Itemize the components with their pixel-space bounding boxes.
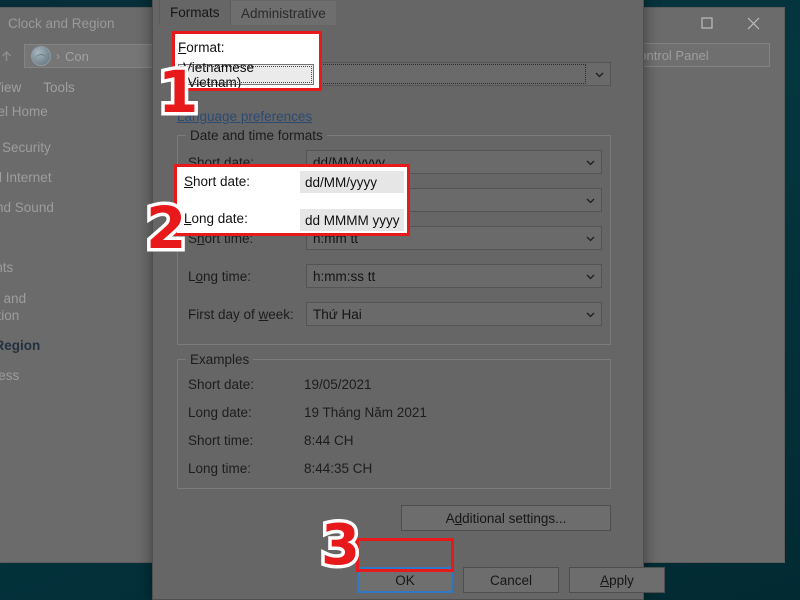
sidebar-item-clock-and-region[interactable]: lock and Region [0,338,166,354]
highlight-short-date-value-box[interactable]: dd/MM/yyyy [300,171,404,193]
breadcrumb: Con [65,48,89,64]
sidebar-item-user-accounts[interactable]: ser Accounts [0,260,166,276]
tab-formats[interactable]: Formats [159,0,231,25]
short-date-label: Short date: [188,154,255,170]
chevron-down-icon [579,157,601,168]
date-and-time-formats-group: Date and time formats Short date: dd/MM/… [177,128,611,345]
highlight-long-date-value: dd MMMM yyyy [305,212,400,228]
close-icon[interactable] [730,8,776,38]
date-and-time-formats-legend: Date and time formats [186,128,327,143]
example-short-date-label: Short date: [188,376,255,392]
window-title: Clock and Region [8,16,115,31]
example-short-date-value: 19/05/2021 [304,376,372,392]
example-long-time-label: Long time: [188,460,252,476]
control-panel-left-nav: ontrol Panel Home ystem and Security etw… [0,104,166,398]
long-date-label: Long date: [188,192,252,208]
chevron-down-icon [579,271,601,282]
menu-tools[interactable]: Tools [32,78,86,97]
dialog-tabstrip: Formats Administrative [153,0,643,25]
chevron-down-icon [579,233,601,244]
example-short-time-value: 8:44 CH [304,432,354,448]
highlight-long-date-value-box[interactable]: dd MMMM yyyy [300,209,404,231]
additional-settings-button[interactable]: Additional settings... [401,505,611,531]
language-preferences-link[interactable]: Language preferences [177,109,312,124]
region-dialog: Formats Administrative Format: Vietnames… [152,0,665,600]
sidebar-item-control-panel-home[interactable]: ontrol Panel Home [0,104,166,120]
sidebar-item-system-and-security[interactable]: ystem and Security [0,140,166,156]
highlight-short-date-value: dd/MM/yyyy [305,174,378,190]
highlight-short-date-label: Short date: [184,174,251,189]
row-first-day-of-week: First day of week: Thứ Hai [188,302,602,326]
cancel-button[interactable]: Cancel [463,567,559,593]
menu-view[interactable]: View [0,78,32,97]
additional-settings-label: Additional settings... [445,510,567,526]
long-time-label: Long time: [188,268,252,284]
first-day-of-week-label: First day of week: [188,306,294,322]
first-day-of-week-value: Thứ Hai [313,306,362,322]
short-time-value: h:mm tt [313,230,359,246]
maximize-icon[interactable] [684,8,730,38]
sidebar-item-appearance-and-personalization[interactable]: ppearance and ersonalization [0,290,126,324]
short-date-value: dd/MM/yyyy [313,154,386,170]
sidebar-item-hardware-and-sound[interactable]: ardware and Sound [0,200,166,216]
example-short-time-label: Short time: [188,432,254,448]
control-panel-globe-icon [31,46,51,66]
highlight-format-label: Format: [178,40,225,55]
window-controls [684,8,776,38]
breadcrumb-separator: › [56,49,60,63]
apply-label: Apply [600,572,634,588]
example-long-date-value: 19 Tháng Năm 2021 [304,404,427,420]
sidebar-item-network-and-internet[interactable]: etwork and Internet [0,170,166,186]
example-long-time: Long time: 8:44:35 CH [188,458,372,478]
long-time-combobox[interactable]: h:mm:ss tt [306,264,602,288]
row-long-time: Long time: h:mm:ss tt [188,264,602,288]
highlight-format-value-box[interactable]: Vietnamese (Vietnam) [178,60,314,90]
example-short-time: Short time: 8:44 CH [188,430,354,450]
examples-legend: Examples [186,352,254,367]
dialog-body: Format: Vietnamese (Vietnam) Language pr… [153,25,665,599]
example-long-date: Long date: 19 Tháng Năm 2021 [188,402,427,422]
chevron-down-icon [579,195,601,206]
long-time-value: h:mm:ss tt [313,268,376,284]
example-long-time-value: 8:44:35 CH [304,460,373,476]
long-date-value: dd MMMM yyyy [313,192,408,208]
focus-ring [180,66,312,83]
sidebar-item-programs[interactable]: rograms [0,230,166,246]
example-long-date-label: Long date: [188,404,252,420]
chevron-down-icon [588,69,610,80]
short-time-label: Short time: [188,230,254,246]
first-day-of-week-combobox[interactable]: Thứ Hai [306,302,602,326]
tab-administrative[interactable]: Administrative [231,1,336,25]
highlight-long-date-label: Long date: [184,211,248,226]
examples-group: Examples Short date: 19/05/2021 Long dat… [177,352,611,489]
apply-button[interactable]: Apply [569,567,665,593]
ok-button[interactable]: OK [357,567,453,593]
chevron-down-icon [579,309,601,320]
sidebar-item-ease-of-access[interactable]: ase of Access [0,368,166,384]
arrow-up-icon[interactable] [0,43,20,69]
example-short-date: Short date: 19/05/2021 [188,374,372,394]
